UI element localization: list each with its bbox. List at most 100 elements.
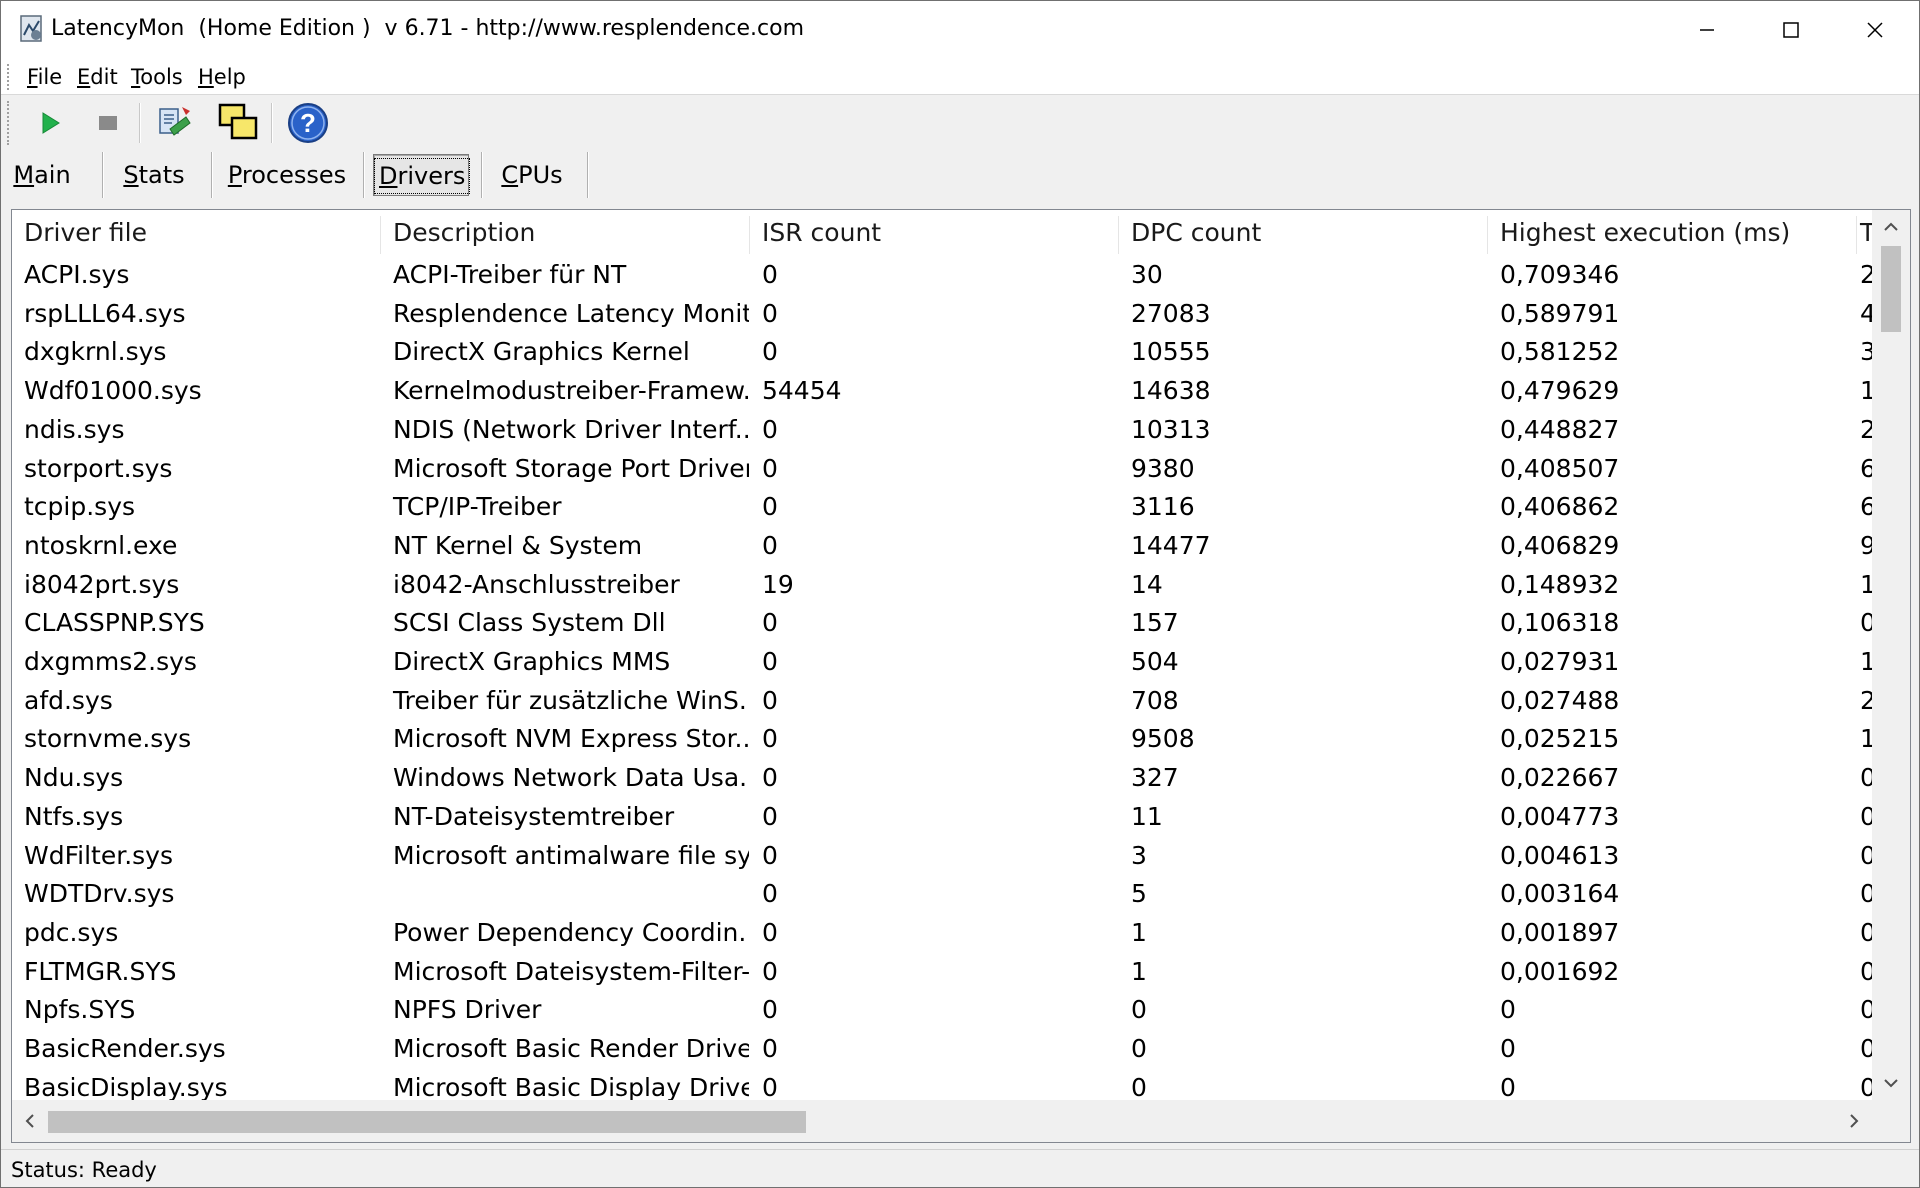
- table-row[interactable]: storport.sys Microsoft Storage Port Drive…: [12, 450, 1872, 489]
- table-row[interactable]: WdFilter.sys Microsoft antimalware file s…: [12, 837, 1872, 876]
- start-button[interactable]: [27, 100, 73, 146]
- app-window: LatencyMon (Home Edition ) v 6.71 - http…: [0, 0, 1920, 1188]
- cell-isr-count: 0: [762, 685, 778, 715]
- table-row[interactable]: FLTMGR.SYS Microsoft Dateisystem-Filter-.…: [12, 953, 1872, 992]
- submit-report-button[interactable]: [153, 100, 199, 146]
- table-row[interactable]: ACPI.sys ACPI-Treiber für NT 0 30 0,709346 2: [12, 256, 1872, 295]
- table-row[interactable]: ndis.sys NDIS (Network Driver Interf... 0 1…: [12, 411, 1872, 450]
- cell-dpc-count: 3116: [1131, 492, 1195, 522]
- cell-driver-file: WDTDrv.sys: [24, 879, 175, 909]
- cell-isr-count: 0: [762, 530, 778, 560]
- menu-tools[interactable]: Tools: [127, 64, 187, 90]
- tab-drivers[interactable]: Drivers: [373, 154, 471, 196]
- cell-dpc-count: 9380: [1131, 453, 1195, 483]
- table-row[interactable]: dxgkrnl.sys DirectX Graphics Kernel 0 10555…: [12, 333, 1872, 372]
- cell-highest-execution: 0,022667: [1500, 763, 1620, 793]
- menu-file[interactable]: File: [23, 64, 66, 90]
- cell-truncated: 1: [1857, 566, 1872, 605]
- table-row[interactable]: afd.sys Treiber für zusätzliche WinS... 0 7…: [12, 682, 1872, 721]
- cell-dpc-count: 504: [1131, 647, 1179, 676]
- scroll-down-button[interactable]: [1872, 1066, 1910, 1100]
- menu-grip[interactable]: [7, 64, 10, 90]
- table-row[interactable]: Ntfs.sys NT-Dateisystemtreiber 0 11 0,004773…: [12, 798, 1872, 837]
- cell-driver-file: storport.sys: [24, 453, 173, 483]
- horizontal-scrollbar[interactable]: [12, 1100, 1872, 1142]
- cell-dpc-count: 157: [1131, 608, 1179, 638]
- table-row[interactable]: rspLLL64.sys Resplendence Latency Monit..…: [12, 295, 1872, 334]
- cell-description: Power Dependency Coordin...: [393, 917, 749, 947]
- table-header: Driver file Description ISR count DPC co…: [12, 210, 1872, 256]
- tab-stats[interactable]: Stats: [111, 154, 197, 196]
- toolbar-grip[interactable]: [7, 101, 10, 145]
- vertical-scroll-thumb[interactable]: [1881, 246, 1901, 332]
- table-row[interactable]: Wdf01000.sys Kernelmodustreiber-Framew...…: [12, 372, 1872, 411]
- table-row[interactable]: i8042prt.sys i8042-Anschlusstreiber 19 14 0,…: [12, 566, 1872, 605]
- cell-isr-count: 0: [762, 608, 778, 638]
- minimize-button[interactable]: [1665, 1, 1749, 58]
- cell-driver-file: WdFilter.sys: [24, 840, 173, 870]
- column-header-dpc-count[interactable]: DPC count: [1119, 210, 1487, 256]
- table-row[interactable]: BasicRender.sys Microsoft Basic Render Dr…: [12, 1030, 1872, 1069]
- table-row[interactable]: Npfs.SYS NPFS Driver 0 0 0 0: [12, 991, 1872, 1030]
- scroll-right-button[interactable]: [1836, 1100, 1872, 1142]
- cell-driver-file: Npfs.SYS: [24, 995, 136, 1025]
- table-row[interactable]: tcpip.sys TCP/IP-Treiber 0 3116 0,406862 6: [12, 488, 1872, 527]
- stop-button[interactable]: [85, 100, 131, 146]
- vertical-scrollbar[interactable]: [1872, 210, 1910, 1100]
- cell-dpc-count: 30: [1131, 260, 1163, 289]
- cell-driver-file: stornvme.sys: [24, 724, 192, 754]
- column-header-description[interactable]: Description: [381, 210, 749, 256]
- cell-highest-execution: 0,003164: [1500, 879, 1620, 909]
- title-bar[interactable]: LatencyMon (Home Edition ) v 6.71 - http…: [1, 1, 1919, 58]
- cell-driver-file: FLTMGR.SYS: [24, 956, 177, 986]
- latencymon-app-icon: [19, 15, 45, 43]
- scroll-left-button[interactable]: [12, 1100, 48, 1142]
- help-button[interactable]: ?: [285, 100, 331, 146]
- table-row[interactable]: WDTDrv.sys 0 5 0,003164 0: [12, 875, 1872, 914]
- cell-highest-execution: 0,027488: [1500, 685, 1620, 715]
- column-header-driver-file[interactable]: Driver file: [12, 210, 380, 256]
- table-row[interactable]: Ndu.sys Windows Network Data Usa... 0 327 0,…: [12, 759, 1872, 798]
- tab-main[interactable]: Main: [5, 154, 79, 196]
- table-row[interactable]: stornvme.sys Microsoft NVM Express Stor..…: [12, 720, 1872, 759]
- horizontal-scroll-thumb[interactable]: [48, 1111, 806, 1133]
- cell-description: DirectX Graphics Kernel: [393, 337, 690, 367]
- cell-highest-execution: 0,581252: [1500, 337, 1620, 367]
- cell-isr-count: 0: [762, 260, 778, 289]
- cell-highest-execution: 0,589791: [1500, 298, 1620, 328]
- table-row[interactable]: CLASSPNP.SYS SCSI Class System Dll 0 157 0,1…: [12, 604, 1872, 643]
- close-button[interactable]: [1833, 1, 1917, 58]
- table-row[interactable]: pdc.sys Power Dependency Coordin... 0 1 0,00…: [12, 914, 1872, 953]
- cell-truncated: 1: [1857, 372, 1872, 411]
- toolbar-separator: [271, 103, 273, 143]
- table-row[interactable]: ntoskrnl.exe NT Kernel & System 0 14477 0,40…: [12, 527, 1872, 566]
- cell-truncated: 0: [1857, 798, 1872, 837]
- scroll-up-button[interactable]: [1872, 210, 1910, 244]
- cell-isr-count: 0: [762, 298, 778, 328]
- maximize-button[interactable]: [1749, 1, 1833, 58]
- tab-processes[interactable]: Processes: [221, 154, 353, 196]
- cell-driver-file: BasicRender.sys: [24, 1034, 226, 1063]
- menu-edit[interactable]: Edit: [73, 64, 122, 90]
- menu-help[interactable]: Help: [194, 64, 250, 90]
- column-header-isr-count[interactable]: ISR count: [750, 210, 1118, 256]
- chevron-right-icon: [1850, 1114, 1859, 1128]
- cell-description: DirectX Graphics MMS: [393, 647, 671, 676]
- cell-description: i8042-Anschlusstreiber: [393, 569, 680, 599]
- column-header-truncated[interactable]: T: [1857, 210, 1872, 256]
- cell-truncated: 1: [1857, 720, 1872, 759]
- table-row[interactable]: BasicDisplay.sys Microsoft Basic Display …: [12, 1069, 1872, 1100]
- table-row[interactable]: dxgmms2.sys DirectX Graphics MMS 0 504 0,027…: [12, 643, 1872, 682]
- column-header-highest-execution[interactable]: Highest execution (ms): [1488, 210, 1856, 256]
- windows-button[interactable]: [215, 100, 261, 146]
- cell-dpc-count: 27083: [1131, 298, 1211, 328]
- cell-description: Resplendence Latency Monit...: [393, 298, 749, 328]
- drivers-table[interactable]: Driver file Description ISR count DPC co…: [11, 209, 1911, 1143]
- cell-description: NT Kernel & System: [393, 530, 643, 560]
- cell-dpc-count: 708: [1131, 685, 1179, 715]
- cell-truncated: 1: [1857, 643, 1872, 682]
- cell-isr-count: 0: [762, 840, 778, 870]
- cell-highest-execution: 0,106318: [1500, 608, 1620, 638]
- tab-cpus[interactable]: CPUs: [491, 154, 573, 196]
- cell-truncated: 0: [1857, 837, 1872, 876]
